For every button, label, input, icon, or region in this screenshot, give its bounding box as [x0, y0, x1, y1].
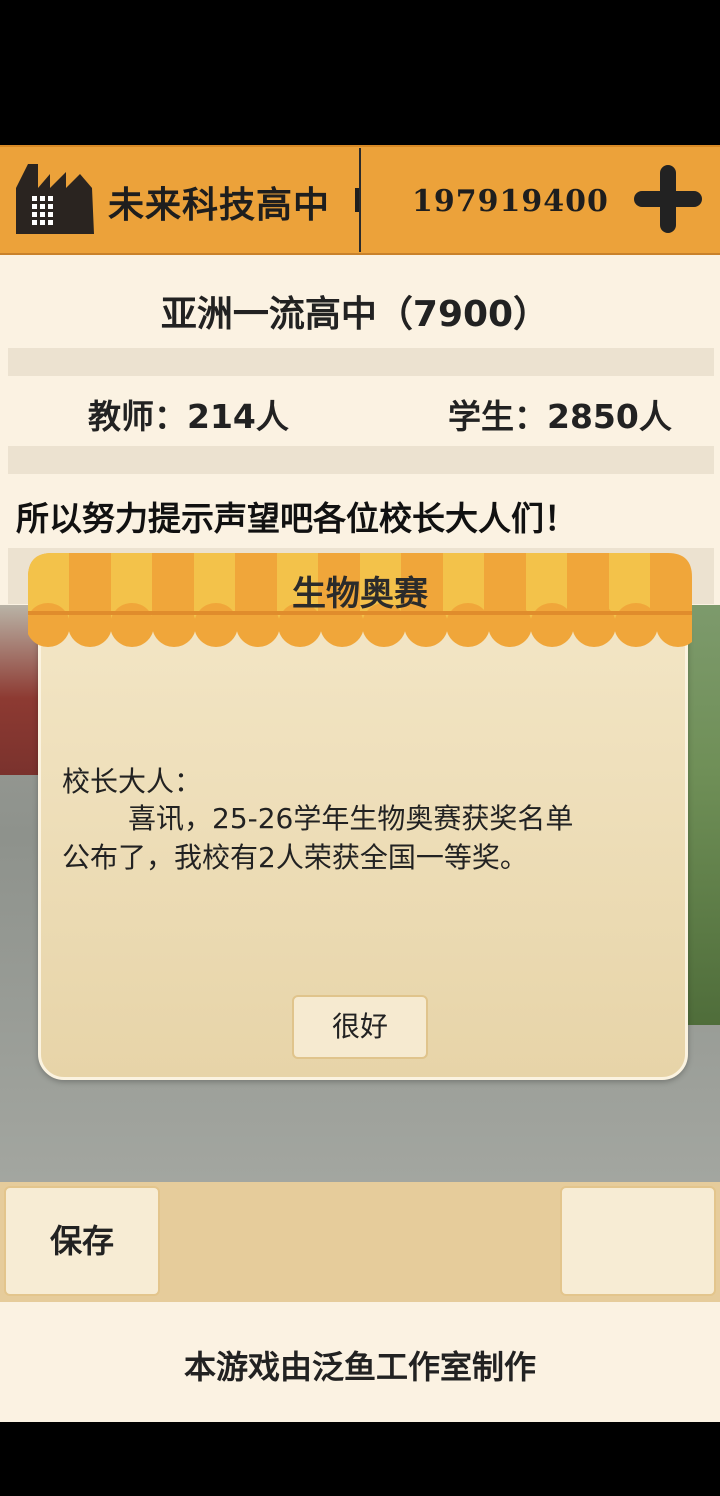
blank-button[interactable] [560, 1186, 716, 1296]
message-body-line: 喜讯，25-26学年生物奥赛获奖名单 [128, 802, 574, 835]
panel-stripe [8, 348, 714, 376]
panel-stripe [8, 446, 714, 474]
money-counter: 197919400 [412, 184, 609, 219]
message-greeting: 校长大人： [62, 765, 203, 798]
school-rank: 亚洲一流高中（7900） [160, 294, 550, 335]
teacher-count: 教师：214人 [88, 397, 289, 436]
message-body-line: 公布了，我校有2人荣获全国一等奖。 [62, 841, 528, 874]
header-divider [359, 148, 361, 252]
plus-icon[interactable] [632, 163, 704, 235]
student-count: 学生：2850人 [448, 397, 672, 436]
notice-ticker: 所以努力提示声望吧各位校长大人们！ [16, 499, 577, 538]
factory-icon [16, 164, 94, 234]
confirm-button[interactable]: 很好 [292, 995, 428, 1059]
school-name: 未来科技高中 [108, 185, 331, 226]
studio-credits: 本游戏由泛鱼工作室制作 [183, 1348, 536, 1386]
save-button[interactable]: 保存 [4, 1186, 160, 1296]
dialog-title: 生物奥赛 [292, 574, 428, 614]
